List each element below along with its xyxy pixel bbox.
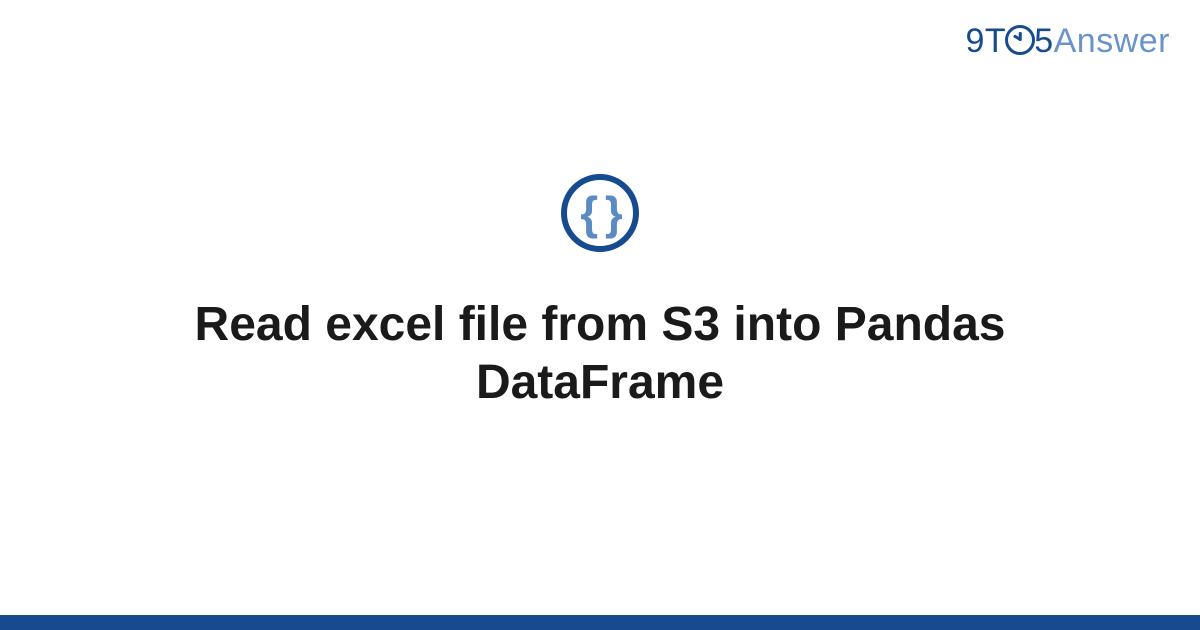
code-braces-icon: { } [561, 174, 639, 252]
content-area: { } Read excel file from S3 into Pandas … [0, 0, 1200, 615]
page-title: Read excel file from S3 into Pandas Data… [150, 296, 1050, 411]
bottom-accent-bar [0, 615, 1200, 630]
braces-glyph: { } [580, 190, 620, 236]
